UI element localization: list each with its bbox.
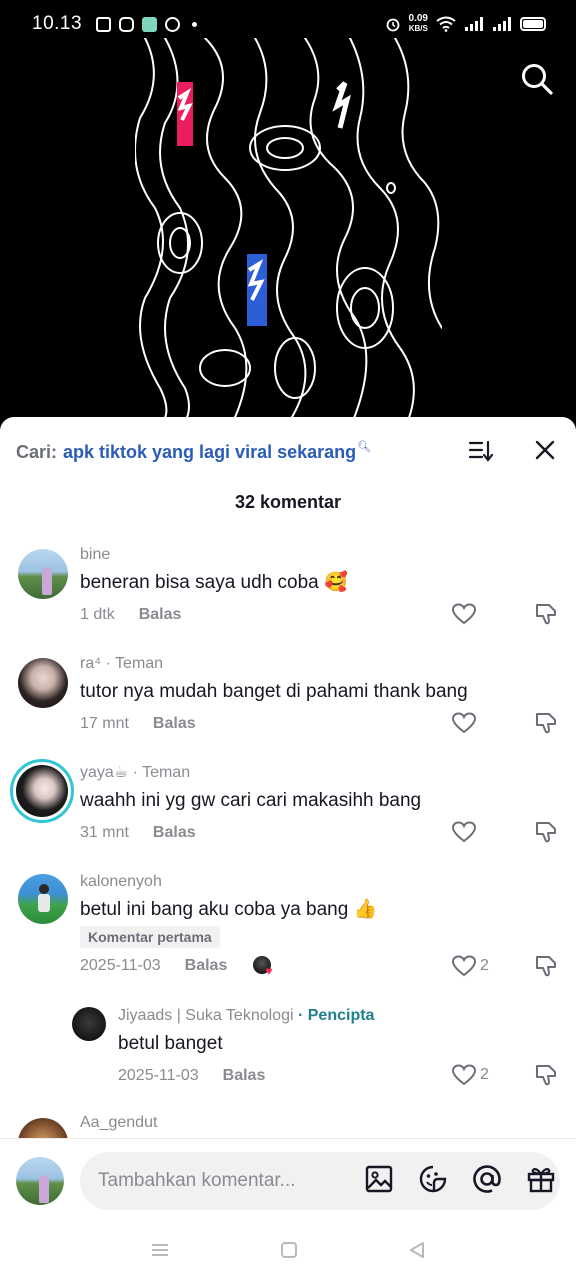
dislike-icon [536,713,556,734]
like-count: 2 [480,957,489,974]
dislike-button[interactable] [534,1063,558,1087]
sticker-icon [419,1165,447,1193]
reply-button[interactable]: Balas [139,606,182,624]
status-time: 10.13 [32,13,83,34]
heart-icon [452,1064,476,1086]
first-comment-badge: Komentar pertama [80,926,220,948]
reply-button[interactable]: Balas [185,957,228,975]
close-button[interactable] [534,439,556,461]
avatar[interactable] [72,1007,106,1041]
net-speed: 0.09 KB/S [408,13,428,34]
system-nav-bar [0,1220,576,1280]
dislike-icon [536,604,556,625]
comment-username[interactable]: ra⁴ · Teman [80,654,576,674]
facebook-icon [96,16,112,32]
avatar[interactable] [18,874,68,924]
close-icon [535,440,555,460]
comment-username[interactable]: Aa_gendut [80,1113,576,1133]
gift-icon [527,1168,555,1193]
comment-time: 1 dtk [80,606,115,623]
like-button[interactable] [452,820,492,844]
sort-button[interactable] [468,439,494,463]
reply-button[interactable]: Balas [223,1067,266,1085]
dislike-icon [536,1065,556,1086]
image-button[interactable] [364,1164,396,1196]
comment-count: 32 komentar [234,492,342,512]
avatar[interactable] [18,658,68,708]
search-suggestion[interactable]: Cari: apk tiktok yang lagi viral sekaran… [16,440,372,463]
heart-icon [452,603,476,625]
comment-time: 2025-11-03 [80,957,161,974]
signal-icon-2 [493,17,511,31]
sheet-header: Cari: apk tiktok yang lagi viral sekaran… [0,417,576,487]
more-notifications-icon [192,21,198,27]
comment-username[interactable]: Jiyaads | Suka Teknologi · Pencipta [118,1006,576,1026]
video-player[interactable] [135,38,442,428]
gift-button[interactable] [526,1164,558,1196]
dislike-icon [536,822,556,843]
comment-text: betul ini bang aku coba ya bang 👍 [80,899,378,920]
image-icon [365,1165,393,1193]
dislike-button[interactable] [534,820,558,844]
at-icon [473,1165,501,1193]
dislike-button[interactable] [534,711,558,735]
home-icon[interactable] [280,1241,298,1259]
avatar[interactable] [18,1118,68,1138]
comment-username[interactable]: kalonenyoh [80,872,576,892]
dislike-button[interactable] [534,954,558,978]
comment-text: betul banget [118,1033,223,1054]
my-avatar [16,1157,64,1205]
comment-input-bar: Tambahkan komentar... [0,1138,576,1220]
heart-icon [452,821,476,843]
comment-text: beneran bisa saya udh coba 🥰 [80,572,348,593]
comment-time: 31 mnt [80,824,129,841]
comment-time: 17 mnt [80,715,129,732]
creator-liked-icon: ♥ [253,956,277,978]
comment-item: Aa_gendut [0,1113,576,1138]
sort-icon [468,440,494,462]
search-icon [522,64,553,95]
heart-icon [452,712,476,734]
sticker-button[interactable] [418,1164,450,1196]
reply-button[interactable]: Balas [153,715,196,733]
recent-apps-icon[interactable] [150,1242,170,1258]
avatar[interactable] [18,549,68,599]
comment-time: 2025-11-03 [118,1067,199,1084]
like-button[interactable]: 2 [452,1063,492,1087]
like-button[interactable] [452,711,492,735]
like-button[interactable] [452,602,492,626]
wifi-icon [436,16,456,32]
comment-text: tutor nya mudah banget di pahami thank b… [80,681,468,702]
signal-icon [465,17,483,31]
heart-icon [452,955,476,977]
comment-username[interactable]: bine [80,545,576,565]
messenger-icon [142,16,158,32]
reply-button[interactable]: Balas [153,824,196,842]
alarm-icon [386,18,399,32]
dislike-button[interactable] [534,602,558,626]
search-icon: 🔍︎ [357,440,372,453]
back-icon[interactable] [408,1241,426,1259]
search-button[interactable] [520,62,554,96]
instagram-icon [119,16,135,32]
avatar-story-ring[interactable] [10,759,74,823]
like-count: 2 [480,1066,489,1083]
facebook-circle-icon [165,16,181,32]
comment-username[interactable]: yaya☕ · Teman [80,763,576,783]
video-frame [135,38,442,428]
dislike-icon [536,956,556,977]
mention-button[interactable] [472,1164,504,1196]
like-button[interactable]: 2 [452,954,492,978]
battery-icon [520,17,546,31]
comment-text: waahh ini yg gw cari cari makasihh bang [80,790,422,811]
